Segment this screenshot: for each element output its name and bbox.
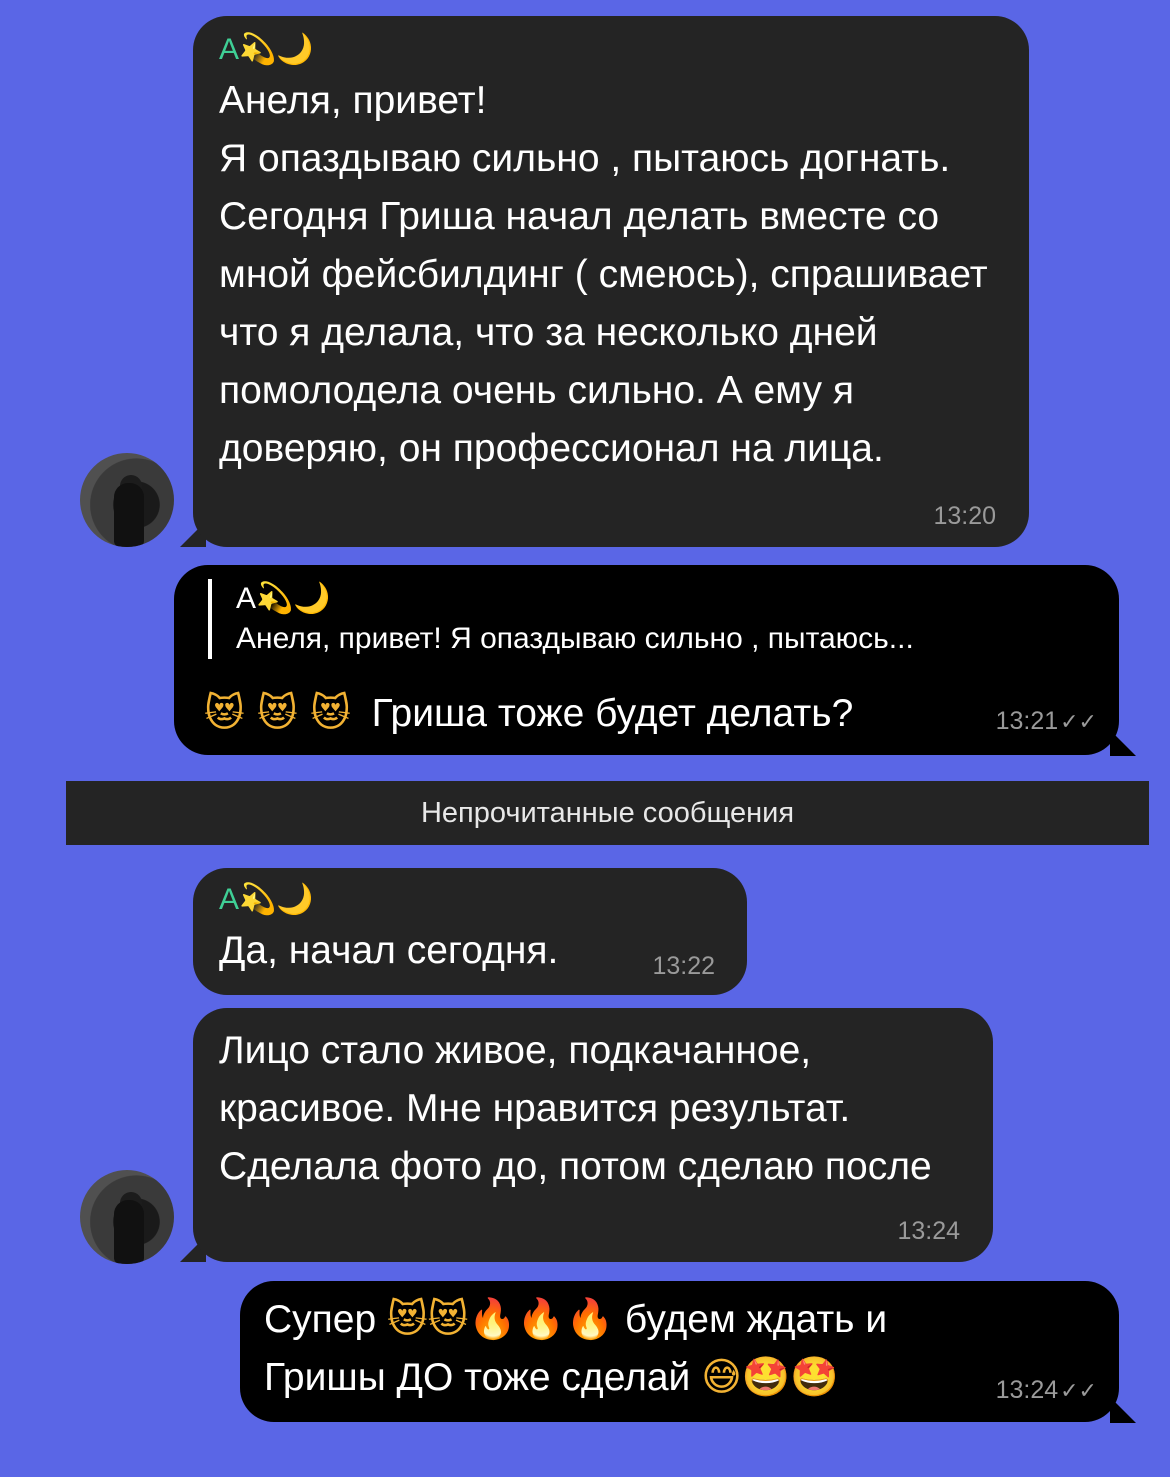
message-bubble-incoming[interactable]: А💫🌙 Анеля, привет! Я опаздываю сильно , … — [193, 16, 1029, 547]
sender-symbols: 💫🌙 — [239, 32, 314, 67]
sender-name[interactable]: А💫🌙 — [219, 880, 719, 920]
message-text: Гриша тоже будет делать? — [371, 692, 854, 735]
read-status-icon: ✓✓ — [1060, 1378, 1097, 1403]
message-time: 13:24✓✓ — [995, 1376, 1097, 1404]
sender-name[interactable]: А💫🌙 — [219, 30, 1001, 70]
reply-preview[interactable]: А💫🌙 Анеля, привет! Я опаздываю сильно , … — [208, 579, 914, 659]
message-bubble-outgoing[interactable]: Супер 😻😻🔥🔥🔥 будем ждать и Гришы ДО тоже … — [240, 1281, 1119, 1422]
message-bubble-outgoing[interactable]: А💫🌙 Анеля, привет! Я опаздываю сильно , … — [174, 565, 1119, 755]
avatar-figure-shape — [114, 483, 144, 547]
message-line: 😻 😻 😻 Гриша тоже будет делать? — [204, 685, 853, 743]
message-time: 13:24 — [897, 1217, 960, 1245]
message-text: Супер — [264, 1298, 377, 1341]
message-bubble-incoming[interactable]: А💫🌙 Да, начал сегодня. 13:22 — [193, 868, 747, 995]
message-text: Анеля, привет! Я опаздываю сильно , пыта… — [219, 79, 988, 470]
message-text: Гришы ДО тоже сделай — [264, 1356, 691, 1399]
avatar-figure-shape — [114, 1200, 144, 1264]
message-time: 13:22 — [652, 952, 715, 980]
read-status-icon: ✓✓ — [1060, 709, 1097, 734]
message-line: Супер 😻😻🔥🔥🔥 будем ждать и — [264, 1291, 1095, 1349]
message-line: Гришы ДО тоже сделай 😅🤩🤩 — [264, 1349, 1095, 1407]
message-time: 13:21✓✓ — [995, 707, 1097, 735]
emoji-group: 😻 😻 😻 — [204, 691, 351, 736]
message-text: Лицо стало живое, подкачанное, красивое.… — [219, 1029, 932, 1188]
message-text: Да, начал сегодня. — [219, 929, 559, 972]
message-time: 13:20 — [933, 502, 996, 530]
reply-text: Анеля, привет! Я опаздываю сильно , пыта… — [236, 622, 914, 655]
emoji-group: 😅🤩🤩 — [701, 1355, 839, 1400]
sender-avatar[interactable] — [80, 1170, 174, 1264]
message-text: будем ждать и — [624, 1298, 888, 1341]
sender-symbols: 💫🌙 — [239, 882, 314, 917]
reply-sender: А💫🌙 — [236, 581, 331, 616]
unread-messages-divider: Непрочитанные сообщения — [66, 781, 1149, 845]
sender-avatar[interactable] — [80, 453, 174, 547]
message-bubble-incoming[interactable]: Лицо стало живое, подкачанное, красивое.… — [193, 1008, 993, 1262]
emoji-group: 😻😻🔥🔥🔥 — [387, 1297, 615, 1342]
reply-sender-symbols: 💫🌙 — [256, 581, 331, 616]
